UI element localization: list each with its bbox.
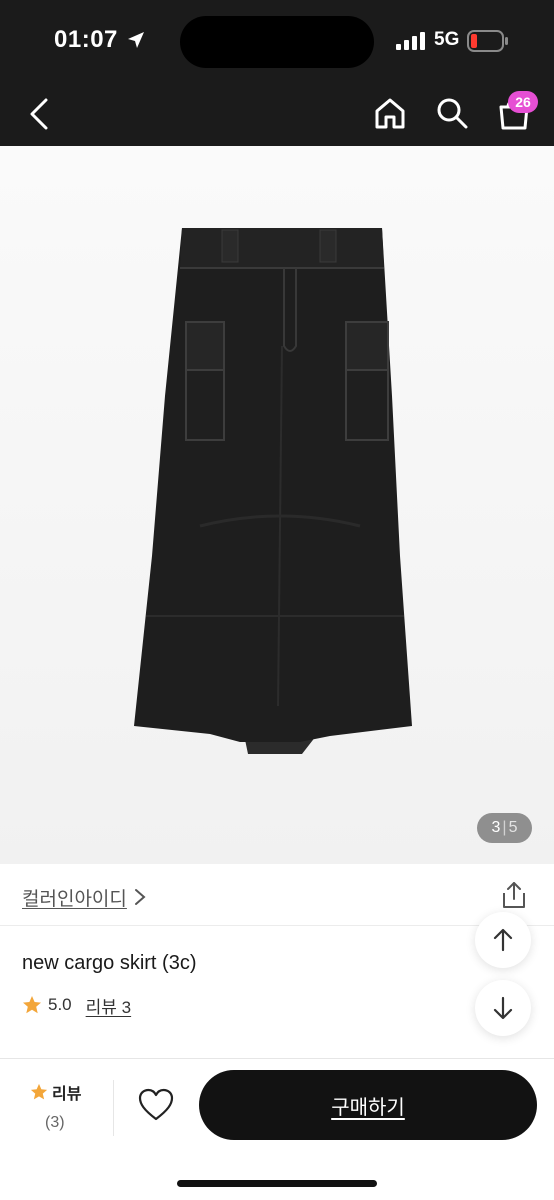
review-label-row: 리뷰 — [30, 1080, 90, 1104]
location-arrow-icon — [128, 32, 144, 48]
scroll-down-button[interactable] — [475, 980, 531, 1036]
skirt-illustration — [0, 146, 554, 864]
status-time: 01:07 — [54, 26, 118, 53]
divider — [113, 1080, 114, 1136]
share-icon[interactable] — [500, 880, 528, 910]
search-icon[interactable] — [434, 95, 470, 131]
home-indicator — [177, 1180, 377, 1187]
image-current-index: 3 — [491, 819, 501, 836]
star-icon — [30, 1083, 48, 1100]
arrow-up-icon — [493, 928, 513, 952]
review-count-link[interactable]: 리뷰 3 — [86, 993, 131, 1018]
brand-link[interactable]: 컬러인아이디 — [22, 884, 127, 911]
rating-value: 5.0 — [48, 995, 72, 1014]
top-bar: 01:07 5G 26 — [0, 0, 554, 146]
arrow-down-icon — [493, 996, 513, 1020]
review-count: (3) — [45, 1114, 65, 1131]
rating-row: 5.0 리뷰 3 — [22, 993, 131, 1017]
battery-icon — [467, 30, 508, 52]
image-counter-separator: | — [502, 819, 507, 836]
dynamic-island — [180, 16, 374, 68]
image-total-count: 5 — [508, 819, 518, 836]
image-page-indicator: 3 | 5 — [477, 813, 532, 843]
review-label: 리뷰 — [52, 1086, 82, 1103]
scroll-up-button[interactable] — [475, 912, 531, 968]
buy-button[interactable]: 구매하기 — [199, 1070, 537, 1140]
back-chevron-icon[interactable] — [24, 96, 56, 132]
home-icon[interactable] — [372, 95, 408, 131]
review-summary[interactable]: 리뷰 (3) — [30, 1080, 90, 1132]
product-image[interactable] — [0, 146, 554, 864]
cart-count-badge: 26 — [508, 91, 538, 113]
star-icon — [23, 996, 41, 1014]
signal-icon — [396, 32, 425, 50]
chevron-right-icon[interactable] — [133, 888, 147, 906]
network-label: 5G — [434, 29, 460, 50]
brand-row: 컬러인아이디 — [0, 864, 554, 926]
heart-icon[interactable] — [138, 1088, 174, 1122]
product-name: new cargo skirt (3c) — [22, 952, 197, 974]
